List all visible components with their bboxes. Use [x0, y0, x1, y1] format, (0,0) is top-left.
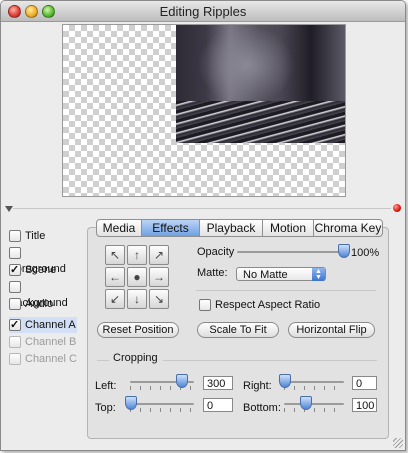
crop-bottom-label: Bottom: [243, 402, 281, 414]
layer-label: Audio [25, 298, 54, 310]
layer-item-foreground[interactable]: Foreground [9, 245, 79, 275]
layer-item-scene[interactable]: Scene [9, 262, 79, 278]
select-arrows-icon: ▲ ▼ [312, 268, 325, 281]
arrow-down-right-icon[interactable]: ↘ [149, 289, 169, 309]
arrow-up-icon[interactable]: ↑ [127, 245, 147, 265]
layer-item-channel-b[interactable]: Channel B [9, 334, 79, 350]
preview-image [176, 25, 345, 143]
crop-left-label: Left: [95, 380, 117, 392]
crop-right-knob[interactable] [279, 374, 291, 388]
layer-checkbox[interactable] [9, 281, 21, 294]
layer-checkbox[interactable] [9, 317, 21, 333]
arrow-right-icon[interactable]: → [149, 267, 169, 287]
layer-label: Scene [25, 264, 57, 276]
layer-checkbox[interactable] [9, 230, 21, 243]
crop-right-field[interactable]: 0 [352, 376, 377, 390]
layer-item-audio[interactable]: Audio [9, 296, 79, 312]
tab-effects[interactable]: Effects [142, 220, 200, 236]
reset-position-button[interactable]: Reset Position [97, 322, 179, 338]
crop-right-label: Right: [243, 380, 272, 392]
layer-checkbox[interactable] [9, 247, 21, 260]
crop-bottom-knob[interactable] [300, 396, 312, 410]
arrow-up-left-icon[interactable]: ↖ [105, 245, 125, 265]
scale-to-fit-button[interactable]: Scale To Fit [197, 322, 279, 338]
crop-top-slider[interactable] [125, 396, 194, 412]
opacity-value: 100% [351, 247, 380, 259]
tab-chroma-key[interactable]: Chroma Key [314, 220, 382, 236]
crop-top-label: Top: [95, 402, 116, 414]
tab-media[interactable]: Media [97, 220, 142, 236]
layer-item-channel-a[interactable]: Channel A [9, 317, 77, 333]
arrow-down-icon[interactable]: ↓ [127, 289, 147, 309]
arrow-down-left-icon[interactable]: ↙ [105, 289, 125, 309]
opacity-slider[interactable] [237, 244, 350, 258]
title-bar[interactable]: Editing Ripples [1, 1, 405, 22]
crop-left-slider[interactable] [130, 374, 194, 390]
window-title: Editing Ripples [159, 4, 247, 19]
matte-label: Matte: [197, 267, 228, 279]
opacity-label: Opacity [197, 246, 235, 258]
crop-bottom-slider[interactable] [284, 396, 344, 412]
crop-top-knob[interactable] [125, 396, 137, 410]
respect-aspect-row[interactable]: Respect Aspect Ratio [199, 299, 321, 312]
layer-label: Channel C [25, 353, 77, 365]
tab-bar: Media Effects Playback Motion Chroma Key [96, 219, 383, 237]
arrow-up-right-icon[interactable]: ↗ [149, 245, 169, 265]
disclosure-triangle-icon[interactable] [5, 206, 13, 212]
position-pad: ↖ ↑ ↗ ← ● → ↙ ↓ ↘ [105, 245, 169, 309]
arrow-left-icon[interactable]: ← [105, 267, 125, 287]
crop-right-slider[interactable] [279, 374, 344, 390]
layer-label: Title [25, 230, 46, 242]
resize-grip-icon[interactable] [393, 438, 403, 448]
layer-checkbox[interactable] [9, 262, 21, 278]
layer-label: Channel A [25, 319, 76, 331]
opacity-slider-knob[interactable] [338, 244, 350, 258]
horizontal-flip-button[interactable]: Horizontal Flip [288, 322, 375, 338]
layer-item-title[interactable]: Title [9, 228, 79, 244]
crop-top-field[interactable]: 0 [203, 398, 233, 412]
layer-item-background[interactable]: Background [9, 279, 79, 309]
layer-checkbox[interactable] [9, 336, 21, 349]
layer-checkbox[interactable] [9, 298, 21, 311]
status-indicator-icon [393, 204, 401, 212]
matte-select[interactable]: No Matte ▲ ▼ [236, 267, 326, 281]
crop-bottom-field[interactable]: 100 [352, 398, 377, 412]
layer-label: Channel B [25, 336, 77, 348]
matte-select-value: No Matte [243, 269, 288, 281]
split-divider[interactable] [13, 208, 391, 209]
cropping-label: Cropping [113, 352, 158, 364]
tab-motion[interactable]: Motion [263, 220, 314, 236]
crop-left-field[interactable]: 300 [203, 376, 233, 390]
respect-aspect-label: Respect Aspect Ratio [215, 299, 321, 311]
respect-aspect-checkbox[interactable] [199, 299, 211, 312]
layer-checkbox[interactable] [9, 353, 21, 366]
layer-item-channel-c[interactable]: Channel C [9, 351, 79, 367]
tab-playback[interactable]: Playback [200, 220, 263, 236]
editing-window: Editing Ripples Title Foreground Scene B… [0, 0, 406, 451]
center-dot-icon[interactable]: ● [127, 267, 147, 287]
preview-canvas[interactable] [62, 24, 346, 197]
